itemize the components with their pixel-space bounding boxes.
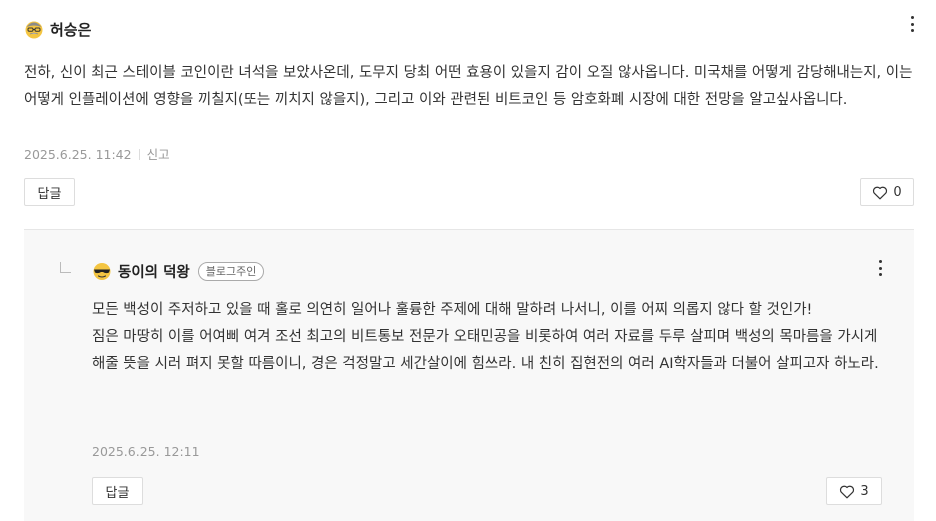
reply-paragraph-1: 모든 백성이 주저하고 있을 때 홀로 의연히 일어나 훌륭한 주제에 대해 말… [92,302,813,318]
comment-author[interactable]: 허승은 [50,19,91,40]
reply-author[interactable]: 동이의 덕왕 [118,261,190,282]
reply-like-button[interactable]: 3 [826,477,882,505]
meta-separator [138,149,140,160]
avatar-icon[interactable] [24,19,44,39]
reply-button[interactable]: 답글 [24,178,75,206]
reply-paragraph-2: 짐은 마땅히 이를 어여삐 여겨 조선 최고의 비트통보 전문가 오태민공을 비… [92,329,879,372]
reply-more-options-icon[interactable] [873,258,887,278]
comment-text: 전하, 신이 최근 스테이블 코인이란 녀석을 보았사온데, 도무지 당최 어떤… [24,65,913,108]
blog-owner-badge: 블로그주인 [197,261,265,281]
reply-text: 모든 백성이 주저하고 있을 때 홀로 의연히 일어나 훌륭한 주제에 대해 말… [92,297,890,378]
like-button[interactable]: 0 [860,178,914,206]
heart-icon [873,186,888,199]
avatar-icon[interactable] [92,261,112,281]
reply-indent-icon [60,262,71,273]
reply-reply-button[interactable]: 답글 [92,477,143,505]
comment-meta: 2025.6.25. 11:42 신고 [24,144,170,163]
heart-icon [840,485,855,498]
comment-date: 2025.6.25. 11:42 [24,147,132,162]
report-link[interactable]: 신고 [147,147,170,162]
like-count: 0 [893,184,902,200]
reply-date: 2025.6.25. 12:11 [92,444,200,459]
reply-like-count: 3 [860,483,869,499]
comment-header: 허승은 [24,17,91,41]
reply-header: 동이의 덕왕 블로그주인 [92,259,265,283]
more-options-icon[interactable] [905,14,919,34]
reply-meta: 2025.6.25. 12:11 [92,444,200,459]
